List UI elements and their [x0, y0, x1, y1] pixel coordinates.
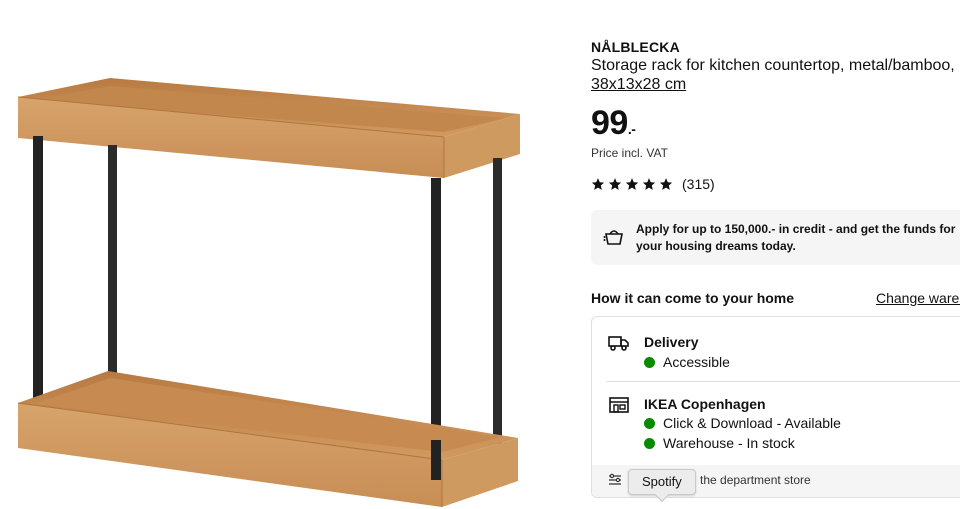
- star-icon: [659, 178, 673, 190]
- product-image[interactable]: [0, 0, 560, 509]
- product-price: 99.-: [591, 104, 636, 143]
- star-icon: [591, 178, 605, 190]
- delivery-title: Delivery: [644, 334, 699, 350]
- tooltip: Spotify: [628, 469, 696, 503]
- rating[interactable]: (315): [591, 176, 715, 192]
- divider: [606, 381, 960, 382]
- tooltip-text: Spotify: [642, 474, 682, 489]
- price-main: 99: [591, 104, 628, 142]
- truck-icon: [608, 336, 629, 351]
- status-dot: [644, 356, 655, 368]
- star-icon: [608, 178, 622, 190]
- store-footer-text: the department store: [700, 473, 811, 487]
- store-title[interactable]: IKEA Copenhagen: [644, 396, 766, 412]
- star-icon: [642, 178, 656, 190]
- credit-text: Apply for up to 150,000.- in credit - an…: [636, 222, 956, 253]
- click-download-status: Click & Download - Available: [644, 415, 841, 431]
- product-info-panel: NÅLBLECKA Storage rack for kitchen count…: [591, 0, 960, 509]
- credit-banner[interactable]: Apply for up to 150,000.- in credit - an…: [591, 210, 960, 265]
- warehouse-status-text: Warehouse - In stock: [663, 435, 795, 451]
- product-name: NÅLBLECKA: [591, 39, 680, 55]
- product-size-link[interactable]: 38x13x28 cm: [591, 76, 686, 94]
- store-icon: [609, 397, 629, 413]
- product-description: Storage rack for kitchen countertop, met…: [591, 57, 955, 74]
- delivery-status: Accessible: [644, 354, 730, 370]
- rating-count[interactable]: (315): [682, 176, 715, 192]
- star-icon: [625, 178, 639, 190]
- price-suffix: .-: [627, 121, 636, 137]
- warehouse-status: Warehouse - In stock: [644, 435, 795, 451]
- price-note: Price incl. VAT: [591, 146, 668, 160]
- status-dot: [644, 437, 655, 449]
- status-dot: [644, 417, 655, 429]
- change-warehouse-link[interactable]: Change wareh: [876, 290, 960, 306]
- click-download-text: Click & Download - Available: [663, 415, 841, 431]
- credit-bag-icon: [603, 230, 623, 245]
- delivery-status-text: Accessible: [663, 354, 730, 370]
- delivery-heading: How it can come to your home: [591, 290, 795, 306]
- filter-icon: [609, 473, 621, 485]
